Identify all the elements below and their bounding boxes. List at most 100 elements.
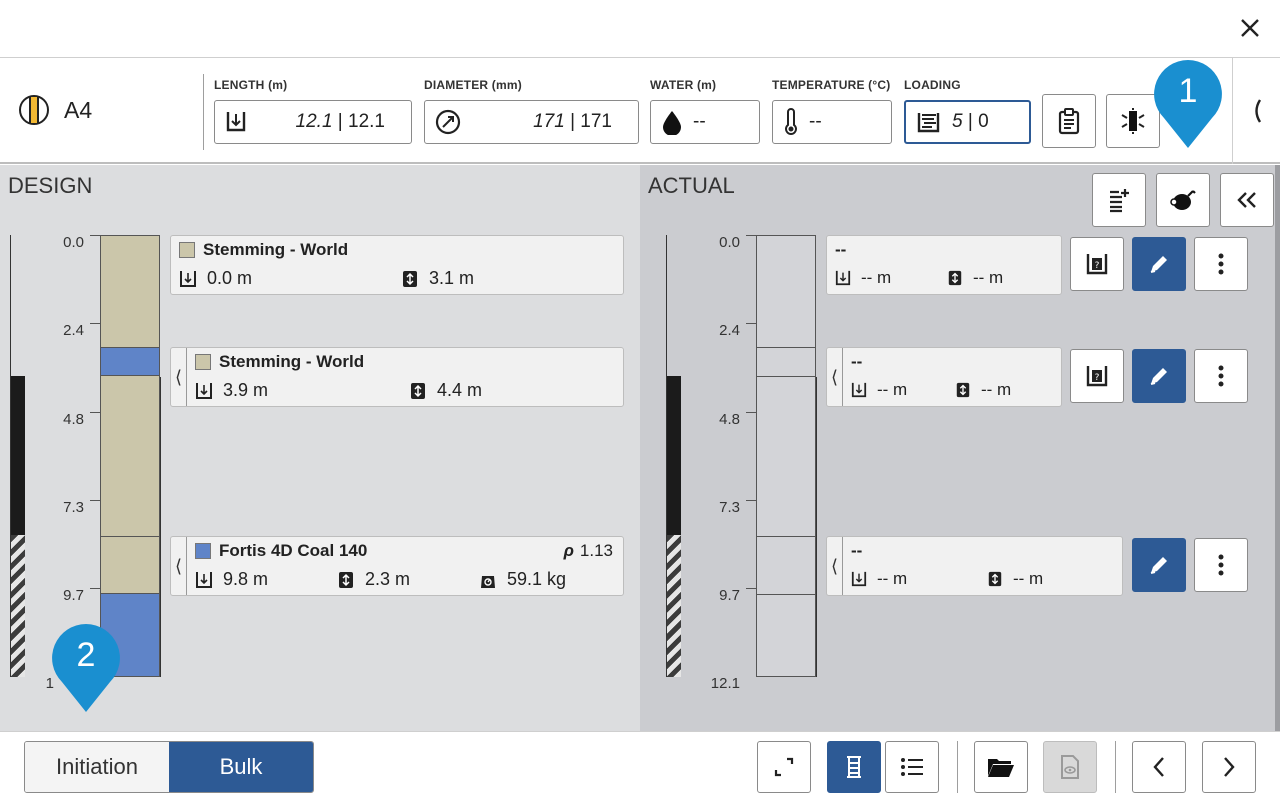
callout-number: 2 [76, 636, 96, 674]
actual-column-divider [757, 376, 815, 377]
deck-from: 0.0 m [179, 268, 252, 289]
deck-length: -- m [955, 380, 1011, 400]
clipboard-button[interactable] [1042, 94, 1096, 148]
deck-length-value: -- m [973, 268, 1004, 287]
deck-expand-icon[interactable]: ⟨ [171, 537, 187, 595]
diameter-input[interactable]: 171 | 171 [424, 100, 639, 144]
design-column-explosive-1 [101, 347, 159, 376]
length-actual-value: | 12.1 [332, 111, 385, 132]
deck-name: -- [851, 352, 863, 371]
deck-mass-value: 59.1 kg [507, 569, 567, 589]
deck-length-icon [956, 382, 970, 398]
diameter-icon [435, 109, 461, 135]
next-button[interactable] [1202, 741, 1256, 793]
explosive-swatch [195, 543, 211, 559]
deck-type-toggle: Initiation Bulk [24, 741, 314, 793]
deck-title: -- [851, 541, 862, 561]
deck-length-icon [403, 270, 417, 287]
actual-deck-card-1[interactable]: -- -- m -- m [826, 235, 1062, 295]
deck-length-icon [411, 382, 425, 399]
deck-expand-icon[interactable]: ⟨ [827, 537, 843, 595]
deck-expand-icon[interactable]: ⟨ [171, 348, 187, 406]
design-deck-card-3[interactable]: ⟨ Fortis 4D Coal 140 ρ 1.13 9.8 m 2.3 m 5… [170, 536, 624, 596]
side-panel-toggle[interactable] [1232, 58, 1280, 164]
deck-more-button[interactable] [1194, 237, 1248, 291]
deck-measure-button[interactable]: ? [1070, 237, 1124, 291]
deck-name: Stemming - World [219, 352, 365, 371]
actual-deck-bracket [816, 377, 817, 677]
design-deck-card-1[interactable]: Stemming - World 0.0 m 3.1 m [170, 235, 624, 295]
deck-more-button[interactable] [1194, 538, 1248, 592]
design-profile-charged [11, 376, 25, 535]
collapse-panel-button[interactable] [1220, 173, 1274, 227]
detonator-icon [1121, 108, 1145, 134]
actual-depth-5: 12.1 [710, 675, 740, 692]
list-view-icon [901, 758, 923, 776]
deck-title: Stemming - World [179, 240, 348, 260]
deck-length: -- m [987, 569, 1043, 589]
view-document-button[interactable] [1043, 741, 1097, 793]
design-tick [90, 412, 100, 413]
deck-from-value: -- m [877, 569, 908, 588]
deck-length-value: 3.1 m [429, 268, 475, 288]
deck-length-icon [339, 571, 353, 588]
list-view-button[interactable] [885, 741, 939, 793]
actual-scrollbar[interactable] [1275, 165, 1280, 731]
chevron-left-icon [1153, 757, 1164, 777]
actual-depth-0: 0.0 [719, 234, 740, 251]
initiation-tab[interactable]: Initiation [25, 742, 169, 792]
edit-deck-button[interactable] [1132, 538, 1186, 592]
diameter-label: DIAMETER (mm) [424, 78, 522, 92]
deck-length: 3.1 m [401, 268, 474, 289]
deck-from-value: 3.9 m [223, 380, 269, 400]
deck-measure-button[interactable]: ? [1070, 349, 1124, 403]
design-deck-bracket [160, 377, 161, 677]
actual-column-divider [757, 536, 815, 537]
clipboard-icon [1058, 108, 1080, 135]
svg-text:?: ? [1095, 261, 1100, 271]
edit-deck-button[interactable] [1132, 349, 1186, 403]
temperature-input[interactable]: -- [772, 100, 892, 144]
deck-name: Fortis 4D Coal 140 [219, 541, 368, 560]
water-input[interactable]: -- [650, 100, 760, 144]
deck-from: 3.9 m [195, 380, 268, 401]
length-icon [226, 112, 246, 132]
open-folder-button[interactable] [974, 741, 1028, 793]
primer-button[interactable] [1156, 173, 1210, 227]
actual-hole-profile [666, 235, 681, 677]
deck-length-value: -- m [1013, 569, 1044, 588]
loading-input[interactable]: 5 | 0 [904, 100, 1031, 144]
depth-from-icon [196, 382, 212, 399]
deck-name: -- [835, 240, 847, 259]
depth-from-icon [180, 270, 196, 287]
design-deck-card-2[interactable]: ⟨ Stemming - World 3.9 m 4.4 m [170, 347, 624, 407]
deck-name: Stemming - World [203, 240, 349, 259]
column-view-button[interactable] [827, 741, 881, 793]
edit-deck-button[interactable] [1132, 237, 1186, 291]
actual-column-divider [757, 594, 815, 595]
pencil-icon [1150, 557, 1167, 574]
bulk-tab[interactable]: Bulk [169, 742, 313, 792]
actual-tick [746, 588, 756, 589]
density-value: 1.13 [579, 541, 613, 560]
actual-deck-card-3[interactable]: ⟨ -- -- m -- m [826, 536, 1123, 596]
length-input[interactable]: 12.1 | 12.1 [214, 100, 412, 144]
previous-button[interactable] [1132, 741, 1186, 793]
deck-from: -- m [851, 569, 907, 589]
actual-column-divider [757, 347, 815, 348]
more-vertical-icon [1218, 554, 1224, 576]
expand-button[interactable] [757, 741, 811, 793]
deck-more-button[interactable] [1194, 349, 1248, 403]
pencil-icon [1150, 368, 1167, 385]
deck-title: Fortis 4D Coal 140 [195, 541, 367, 561]
document-preview-icon [1061, 755, 1079, 779]
actual-deck-card-2[interactable]: ⟨ -- -- m -- m [826, 347, 1062, 407]
svg-text:?: ? [1095, 373, 1100, 383]
temperature-label: TEMPERATURE (°C) [772, 78, 891, 92]
deck-expand-icon[interactable]: ⟨ [827, 348, 843, 406]
add-deck-button[interactable] [1092, 173, 1146, 227]
density-symbol: ρ [563, 541, 574, 560]
deck-density: ρ 1.13 [564, 541, 613, 561]
hole-identifier: A4 [18, 94, 92, 126]
close-button[interactable] [1234, 12, 1266, 44]
